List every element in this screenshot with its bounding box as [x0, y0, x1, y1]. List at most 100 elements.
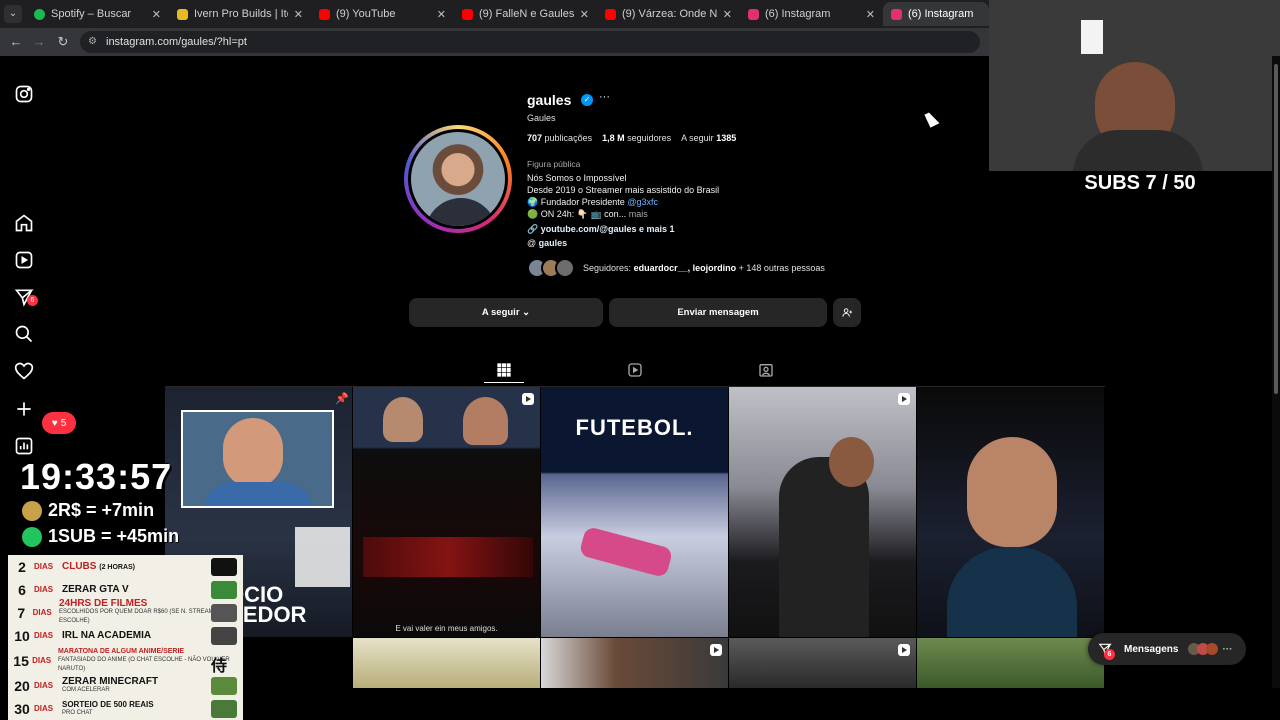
tab-varzea[interactable]: (9) Várzea: Onde Nasce o F ✕ [597, 2, 740, 26]
goal-row: 10 DIAS IRL NA ACADEMIA [8, 624, 243, 647]
home-icon[interactable] [14, 213, 34, 233]
founder-handle-link[interactable]: @g3xfc [627, 197, 658, 207]
posts-stat: 707 publicações [527, 133, 593, 143]
url-field[interactable]: ⚙ instagram.com/gaules/?hl=pt [80, 31, 980, 53]
post-tile[interactable] [729, 638, 916, 688]
goal-row: 30 DIAS SORTEIO DE 500 REAIS PRO CHAT [8, 697, 243, 720]
post-tile[interactable] [729, 387, 916, 637]
youtube-icon [605, 8, 616, 20]
notification-bubble[interactable]: ♥ 5 [42, 412, 76, 434]
subathon-goals-panel: 2 DIAS CLUBS (2 HORAS) 6 DIAS ZERAR GTA … [8, 555, 243, 720]
scrollbar-thumb[interactable] [1274, 64, 1278, 394]
site-info-icon[interactable]: ⚙ [88, 31, 97, 53]
verified-badge-icon: ✓ [581, 94, 593, 106]
forward-arrow-icon[interactable]: → [31, 34, 47, 50]
post-tile[interactable] [917, 387, 1104, 637]
post-tile[interactable]: E vai valer ein meus amigos. [353, 387, 540, 637]
pin-icon: 📌 [335, 393, 349, 405]
post-tile[interactable]: FUTEBOL. [541, 387, 728, 637]
post-tile[interactable] [353, 638, 540, 688]
tab-youtube[interactable]: (9) YouTube ✕ [311, 2, 454, 26]
dumbbell-icon [211, 626, 237, 645]
heart-icon[interactable] [14, 361, 34, 381]
facecam-face [223, 418, 283, 488]
close-icon[interactable]: ✕ [294, 8, 303, 21]
active-tab-indicator [484, 382, 524, 383]
film-reel-icon [211, 603, 237, 622]
tab-ivern-builds[interactable]: Ivern Pro Builds | Item Builds ✕ [169, 2, 311, 26]
post-stage-lights [363, 537, 533, 577]
create-icon[interactable] [14, 399, 34, 419]
close-icon[interactable]: ✕ [437, 8, 446, 21]
profile-avatar-ring[interactable] [404, 125, 512, 233]
goal-row: 20 DIAS ZERAR MINECRAFT COM ACELERAR [8, 674, 243, 697]
tab-reels-icon[interactable] [627, 362, 643, 378]
followers-stat[interactable]: 1,8 M seguidores [602, 133, 671, 143]
post-player-head [829, 437, 874, 487]
goal-row: 7 DIAS 24HRS DE FILMES ESCOLHIDOS POR QUE… [8, 599, 243, 624]
following-stat[interactable]: A seguir 1385 [681, 133, 736, 143]
more-options-icon[interactable]: ··· [599, 91, 610, 103]
tab-tagged-icon[interactable] [758, 362, 774, 378]
more-options-icon[interactable]: ··· [1222, 644, 1232, 655]
send-message-button[interactable]: Enviar mensagem [609, 298, 827, 327]
close-icon[interactable]: ✕ [152, 8, 161, 21]
profile-category: Figura pública [527, 159, 581, 169]
profile-full-name: Gaules [527, 113, 556, 123]
post-person [463, 397, 508, 445]
green-circle-icon: 🟢 [527, 209, 539, 219]
close-icon[interactable]: ✕ [723, 8, 732, 21]
add-person-icon [841, 308, 852, 317]
post-title-text: FUTEBOL. [575, 415, 694, 440]
more-link[interactable]: mais [629, 209, 648, 219]
tab-fallen-gaules[interactable]: (9) FalleN e Gaules visitam ✕ [454, 2, 597, 26]
profile-avatar [408, 129, 508, 229]
chevron-down-icon: ⌄ [522, 307, 531, 318]
post-person-shirt [947, 547, 1077, 637]
reel-badge-icon [522, 393, 534, 405]
tab-search-chevron-icon[interactable]: ⌄ [4, 5, 22, 23]
bio-on-line: 🟢 ON 24h: 👇🏻 📺 con... mais [527, 209, 648, 219]
messages-badge: 6 [27, 295, 38, 306]
tab-posts-grid-icon[interactable] [496, 362, 512, 378]
profile-link[interactable]: 🔗 youtube.com/@gaules e mais 1 [527, 224, 675, 235]
threads-icon: @ [527, 238, 537, 248]
money-rate: 2R$ = +7min [22, 500, 154, 521]
webcam-light [1081, 20, 1103, 54]
gta-logo-icon [211, 580, 237, 599]
facecam-shirt [203, 482, 313, 506]
tab-instagram-active[interactable]: (6) Instagram [883, 2, 989, 26]
suggested-users-button[interactable] [833, 298, 861, 327]
post-tile[interactable] [917, 638, 1104, 688]
profile-stats: 707 publicações 1,8 M seguidores A segui… [527, 133, 736, 143]
post-tile[interactable] [541, 638, 728, 688]
tab-instagram[interactable]: (6) Instagram ✕ [740, 2, 883, 26]
back-arrow-icon[interactable]: ← [8, 34, 24, 50]
reels-icon[interactable] [14, 250, 34, 270]
mutual-followers[interactable]: Seguidores: eduardocr__, leojordino + 14… [527, 258, 825, 278]
link-icon: 🔗 [527, 224, 539, 234]
reel-badge-icon [710, 644, 722, 656]
cash-stack-icon [211, 699, 237, 718]
following-button[interactable]: A seguir ⌄ [409, 298, 603, 327]
tab-spotify[interactable]: Spotify – Buscar ✕ [26, 2, 169, 26]
mouse-cursor-icon [924, 110, 940, 128]
subathon-timer: 19:33:57 [20, 456, 173, 497]
instagram-icon[interactable] [14, 84, 34, 104]
close-icon[interactable]: ✕ [866, 8, 875, 21]
close-icon[interactable]: ✕ [580, 8, 589, 21]
streamer-webcam [989, 0, 1280, 171]
sub-rate: 1SUB = +45min [22, 526, 179, 547]
bio-line-1: Nós Somos o Impossível [527, 173, 627, 183]
kanji-icon: 侍 [211, 657, 228, 675]
bio-founder-line: 🌍 Fundador Presidente @g3xfc [527, 197, 658, 207]
dashboard-icon[interactable] [14, 436, 34, 456]
probuilds-icon [177, 8, 188, 20]
post-person [383, 397, 423, 442]
messages-pill[interactable]: 6 Mensagens ··· [1088, 633, 1246, 665]
globe-icon: 🌍 [527, 197, 539, 207]
avatar [555, 258, 575, 278]
reload-icon[interactable]: ↻ [55, 34, 71, 50]
search-icon[interactable] [14, 324, 34, 344]
threads-link[interactable]: @ gaules [527, 238, 567, 248]
